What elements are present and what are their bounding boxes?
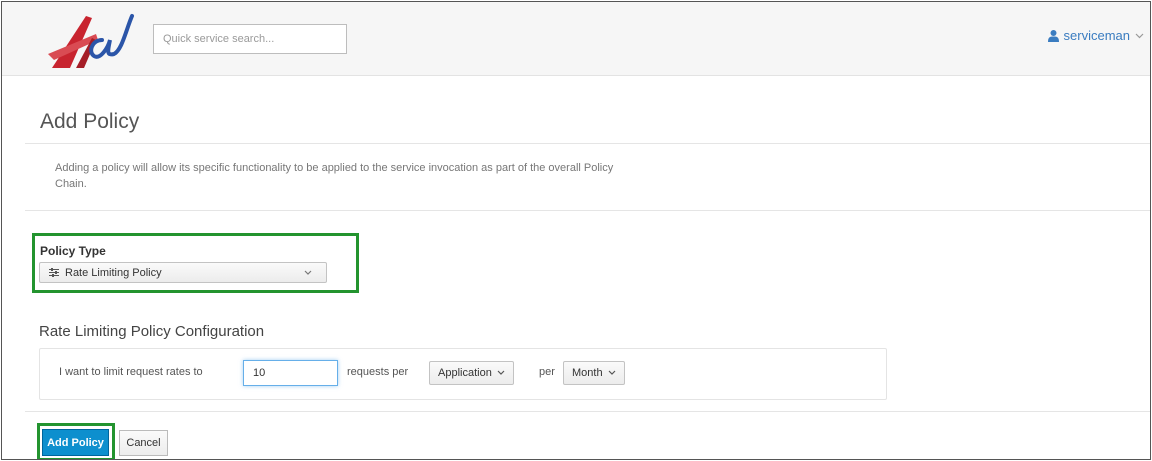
sliders-icon xyxy=(49,268,59,277)
page-title: Add Policy xyxy=(40,110,140,133)
period-dropdown[interactable]: Month xyxy=(563,361,625,385)
top-navbar: serviceman xyxy=(2,2,1150,76)
cancel-button[interactable]: Cancel xyxy=(119,430,168,456)
divider xyxy=(25,411,1150,412)
app-window: serviceman Add Policy Adding a policy wi… xyxy=(1,1,1151,460)
period-value: Month xyxy=(572,367,603,379)
user-icon xyxy=(1047,29,1059,42)
chevron-down-icon xyxy=(608,370,616,375)
user-menu[interactable]: serviceman xyxy=(1047,28,1144,43)
rate-limit-input[interactable] xyxy=(243,360,338,386)
granularity-value: Application xyxy=(438,367,492,379)
add-policy-button[interactable]: Add Policy xyxy=(42,429,109,456)
policy-type-select[interactable]: Rate Limiting Policy xyxy=(39,262,327,283)
divider xyxy=(25,210,1150,211)
per-text: per xyxy=(539,366,555,378)
page-description: Adding a policy will allow its specific … xyxy=(55,162,614,190)
limit-intro-text: I want to limit request rates to xyxy=(59,366,203,378)
policy-type-value: Rate Limiting Policy xyxy=(65,266,162,279)
username-label: serviceman xyxy=(1063,28,1130,43)
divider xyxy=(25,143,1150,144)
granularity-dropdown[interactable]: Application xyxy=(429,361,514,385)
chevron-down-icon xyxy=(304,270,312,275)
configuration-title: Rate Limiting Policy Configuration xyxy=(39,323,265,340)
chevron-down-icon xyxy=(1135,33,1144,38)
policy-type-label: Policy Type xyxy=(40,244,106,258)
apiman-logo[interactable] xyxy=(46,10,138,72)
requests-per-text: requests per xyxy=(347,366,409,378)
chevron-down-icon xyxy=(497,370,505,375)
quick-service-search-input[interactable] xyxy=(153,24,347,54)
